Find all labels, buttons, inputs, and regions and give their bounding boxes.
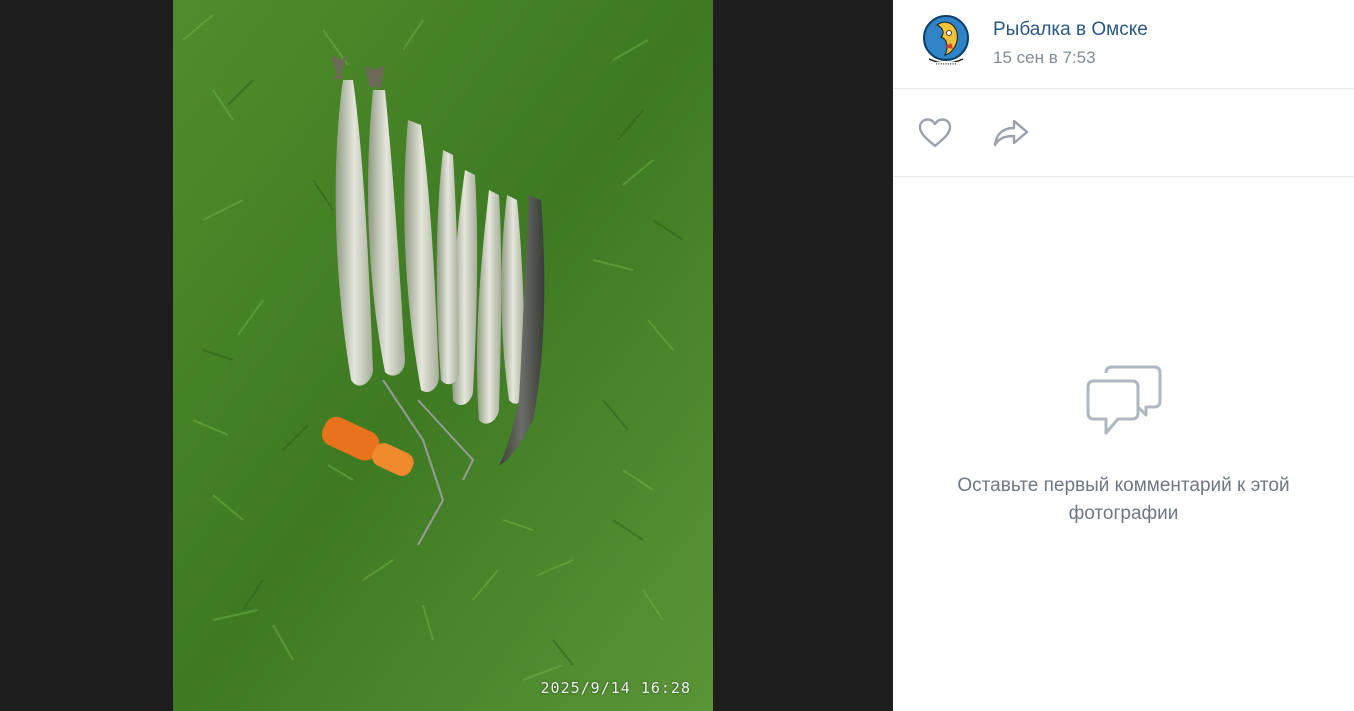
author-avatar[interactable]: ••••••••• — [922, 14, 969, 74]
fish-logo-avatar-icon: ••••••••• — [922, 15, 969, 67]
like-button[interactable] — [915, 113, 955, 153]
speech-bubbles-icon — [1086, 365, 1161, 435]
post-photo[interactable]: 2025/9/14 16:28 — [173, 0, 713, 711]
heart-icon — [918, 117, 952, 147]
comments-icon-wrap — [1084, 365, 1164, 442]
author-name-link[interactable]: Рыбалка в Омске — [993, 18, 1148, 42]
photo-timestamp: 2025/9/14 16:28 — [540, 679, 691, 697]
share-button[interactable] — [991, 113, 1031, 153]
share-arrow-icon — [993, 119, 1029, 146]
actions-bar — [893, 89, 1354, 177]
post-date-link[interactable]: 15 сен в 7:53 — [993, 46, 1148, 70]
svg-text:•••••••••: ••••••••• — [935, 62, 956, 67]
comments-empty-state: Оставьте первый комментарий к этой фотог… — [893, 178, 1354, 711]
author-header: ••••••••• Рыбалка в Омске 15 сен в 7:53 — [893, 0, 1354, 89]
photo-sidebar: ••••••••• Рыбалка в Омске 15 сен в 7:53 — [893, 0, 1354, 711]
photo-pane[interactable]: 2025/9/14 16:28 — [0, 0, 893, 711]
photo-viewer: 2025/9/14 16:28 ••••••••• Рыбалка в Омск… — [0, 0, 1354, 711]
comments-empty-text: Оставьте первый комментарий к этой фотог… — [957, 475, 1290, 524]
photo-image — [173, 0, 713, 711]
